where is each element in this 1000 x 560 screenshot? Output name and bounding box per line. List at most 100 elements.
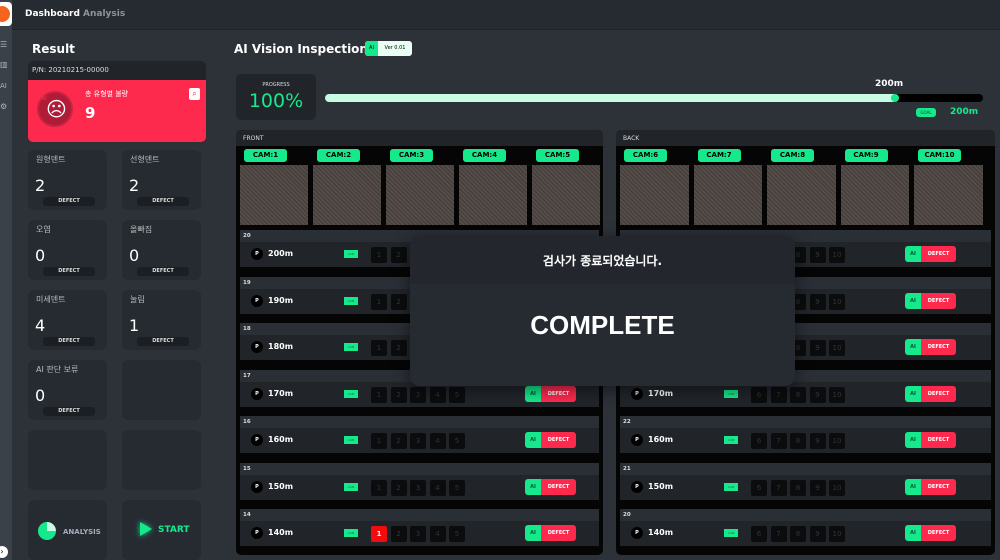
camera-result-box[interactable]: 1 xyxy=(371,293,387,310)
camera-result-box[interactable]: 5 xyxy=(449,479,465,496)
gear-icon[interactable]: ⚙ xyxy=(0,102,8,111)
camera-result-box[interactable]: 10 xyxy=(829,526,845,542)
camera-result-box[interactable]: 9 xyxy=(809,386,826,403)
camera-result-box[interactable]: 2 xyxy=(390,433,407,449)
camera-result-box[interactable]: 10 xyxy=(829,433,845,449)
camera-result-box[interactable]: 1 xyxy=(371,247,387,263)
ai-defect-toggle[interactable]: AIDEFECT xyxy=(905,385,956,402)
camera-result-box[interactable]: 10 xyxy=(829,293,845,310)
logo xyxy=(0,2,12,26)
card-value: 2 xyxy=(129,176,140,195)
ai-defect-toggle[interactable]: AIDEFECT xyxy=(525,525,576,541)
row-main: P 160m CAM 1 2 3 4 5 AI DEFECT xyxy=(240,428,599,453)
camera-result-box[interactable]: 6 xyxy=(751,433,767,449)
camera-result-box[interactable]: 6 xyxy=(751,479,767,496)
camera-result-box[interactable]: 4 xyxy=(429,479,446,496)
row-distance: 160m xyxy=(648,435,674,444)
ai-defect-toggle[interactable]: AIDEFECT xyxy=(905,339,956,355)
tab-analysis[interactable]: Analysis xyxy=(83,9,125,19)
camera-button[interactable]: CAM:10 xyxy=(918,149,961,162)
tab-dashboard[interactable]: Dashboard xyxy=(25,9,80,19)
defect-badge: DEFECT xyxy=(43,267,95,276)
camera-icon: CAM xyxy=(724,389,738,398)
camera-image xyxy=(240,165,308,225)
camera-result-box[interactable]: 5 xyxy=(449,386,465,403)
ai-defect-toggle[interactable]: AIDEFECT xyxy=(905,478,956,495)
camera-result-box[interactable]: 7 xyxy=(770,433,787,449)
defect-card: 선형덴트 2 DEFECT xyxy=(122,150,201,210)
ai-defect-toggle[interactable]: AIDEFECT xyxy=(905,292,956,309)
camera-result-box[interactable]: 3 xyxy=(410,526,426,542)
camera-result-box[interactable]: 3 xyxy=(410,433,426,449)
camera-result-box[interactable]: 2 xyxy=(390,247,407,263)
camera-result-box[interactable]: 10 xyxy=(829,479,845,496)
goal-value: 200m xyxy=(950,107,979,117)
camera-result-box[interactable]: 1 xyxy=(371,479,387,496)
camera-result-box[interactable]: 1 xyxy=(371,433,387,449)
camera-result-box[interactable]: 9 xyxy=(809,293,826,310)
camera-result-box[interactable]: 10 xyxy=(829,247,845,263)
camera-result-box[interactable]: 2 xyxy=(390,340,407,356)
camera-result-box[interactable]: 1 xyxy=(371,340,387,356)
camera-result-box[interactable]: 9 xyxy=(809,433,826,449)
camera-result-box[interactable]: 9 xyxy=(809,526,826,542)
camera-button[interactable]: CAM:2 xyxy=(317,149,360,162)
camera-result-box[interactable]: 8 xyxy=(790,479,806,496)
camera-result-box[interactable]: 7 xyxy=(770,479,787,496)
camera-button[interactable]: CAM:6 xyxy=(624,149,667,162)
camera-result-box[interactable]: 9 xyxy=(809,247,826,263)
camera-result-box[interactable]: 7 xyxy=(770,526,787,542)
camera-result-box[interactable]: 4 xyxy=(429,433,446,449)
camera-result-box[interactable]: 7 xyxy=(770,386,787,403)
camera-result-box[interactable]: 9 xyxy=(809,479,826,496)
total-defect-card: AI ☹ 총 유형별 불량 9 ⌕ xyxy=(28,80,206,142)
camera-result-box[interactable]: 10 xyxy=(829,340,845,356)
camera-button[interactable]: CAM:5 xyxy=(536,149,579,162)
camera-result-box[interactable]: 6 xyxy=(751,386,767,403)
camera-result-box[interactable]: 1 xyxy=(371,386,387,403)
ai-defect-toggle[interactable]: AIDEFECT xyxy=(905,432,956,448)
ai-defect-toggle[interactable]: AIDEFECT xyxy=(525,385,576,402)
camera-icon: CAM xyxy=(344,389,358,398)
camera-result-box[interactable]: 6 xyxy=(751,526,767,542)
camera-button[interactable]: CAM:7 xyxy=(697,149,741,162)
camera-button[interactable]: CAM:4 xyxy=(463,149,506,162)
camera-result-box[interactable]: 3 xyxy=(410,386,426,403)
menu-icon[interactable]: ☰ xyxy=(0,40,8,49)
search-document-icon[interactable]: ⌕ xyxy=(189,88,200,100)
camera-result-box[interactable]: 3 xyxy=(410,479,426,496)
ai-defect-toggle[interactable]: AIDEFECT xyxy=(905,246,956,262)
camera-result-box[interactable]: 2 xyxy=(390,526,407,542)
ai-defect-toggle[interactable]: AIDEFECT xyxy=(905,525,956,541)
chart-icon[interactable]: ▥ xyxy=(0,60,8,69)
camera-result-box[interactable]: 2 xyxy=(390,386,407,403)
camera-result-box[interactable]: 4 xyxy=(429,526,446,542)
analysis-button[interactable]: ANALYSIS xyxy=(28,500,107,560)
goal-badge: GOAL xyxy=(916,108,936,117)
camera-result-box[interactable]: 5 xyxy=(449,433,465,449)
ai-defect-toggle[interactable]: AIDEFECT xyxy=(525,432,576,448)
camera-result-box[interactable]: 10 xyxy=(829,386,845,403)
camera-button[interactable]: CAM:3 xyxy=(390,149,433,162)
expand-icon[interactable]: › xyxy=(0,546,8,558)
ai-icon[interactable]: AI xyxy=(0,82,8,90)
current-distance: 200m xyxy=(875,79,904,89)
defect-label: DEFECT xyxy=(541,432,576,448)
camera-result-box[interactable]: 5 xyxy=(449,526,465,542)
p-icon: P xyxy=(251,248,263,260)
camera-result-box[interactable]: 4 xyxy=(429,386,446,403)
camera-result-box[interactable]: 8 xyxy=(790,526,806,542)
progress-bar xyxy=(325,94,983,102)
ai-label: AI xyxy=(905,339,921,355)
camera-result-box[interactable]: 1 xyxy=(371,526,387,542)
camera-button[interactable]: CAM:9 xyxy=(844,149,888,162)
camera-result-box[interactable]: 8 xyxy=(790,386,806,403)
start-button[interactable]: START xyxy=(122,500,201,560)
camera-button[interactable]: CAM:8 xyxy=(771,149,814,162)
ai-defect-toggle[interactable]: AIDEFECT xyxy=(525,478,576,495)
camera-result-box[interactable]: 2 xyxy=(390,479,407,496)
camera-result-box[interactable]: 9 xyxy=(809,340,826,356)
camera-result-box[interactable]: 2 xyxy=(390,293,407,310)
camera-button[interactable]: CAM:1 xyxy=(244,149,287,162)
camera-result-box[interactable]: 8 xyxy=(790,433,806,449)
